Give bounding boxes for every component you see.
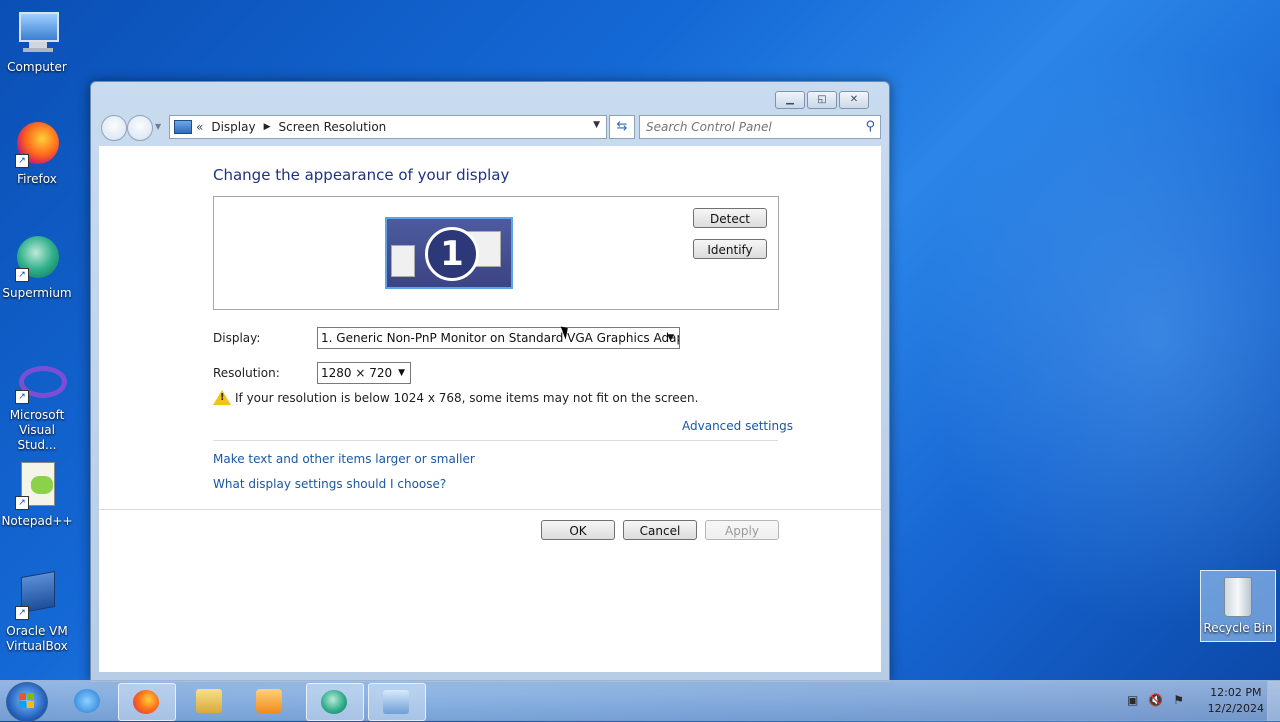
display-help-link[interactable]: What display settings should I choose? xyxy=(213,477,446,491)
breadcrumb-screen-resolution[interactable]: Screen Resolution xyxy=(279,120,387,134)
notepadpp-icon: ↗ xyxy=(13,462,61,510)
taskbar-control-panel[interactable] xyxy=(368,683,426,721)
internet-explorer-icon xyxy=(74,689,100,713)
display-select[interactable]: 1. Generic Non-PnP Monitor on Standard V… xyxy=(317,327,680,349)
windows-logo-icon xyxy=(19,693,35,709)
warning-icon-mark: ! xyxy=(220,392,225,403)
taskbar: ▣ 🔇 ⚑ 12:02 PM 12/2/2024 xyxy=(0,680,1280,722)
supermium-icon: ↗ xyxy=(13,234,61,282)
breadcrumb-separator-icon[interactable]: ▶ xyxy=(264,122,271,132)
monitor-number: 1 xyxy=(425,227,479,281)
virtualbox-icon: ↗ xyxy=(13,571,61,620)
content-panel: Change the appearance of your display 1 … xyxy=(99,146,881,672)
desktop-icon-recycle-bin[interactable]: Recycle Bin xyxy=(1200,570,1276,642)
screen-resolution-window: ▁ ◱ ✕ ▼ « Display ▶ Screen Resolution ▼ … xyxy=(90,81,890,682)
monitor-preview-box: 1 Detect Identify xyxy=(213,196,779,310)
window-controls: ▁ ◱ ✕ xyxy=(775,91,869,109)
folder-icon xyxy=(196,689,222,713)
address-bar[interactable]: « Display ▶ Screen Resolution ▼ xyxy=(169,115,607,139)
taskbar-file-explorer[interactable] xyxy=(182,683,238,719)
desktop-icon-label: Computer xyxy=(7,60,67,74)
taskbar-internet-explorer[interactable] xyxy=(60,683,116,719)
navigation-bar: ▼ « Display ▶ Screen Resolution ▼ ⇆ ⚲ xyxy=(99,114,881,141)
search-icon[interactable]: ⚲ xyxy=(865,119,875,134)
show-desktop-button[interactable] xyxy=(1267,681,1280,721)
taskbar-firefox[interactable] xyxy=(118,683,176,721)
forward-button[interactable] xyxy=(127,115,153,141)
visual-studio-icon: ↗ xyxy=(13,356,67,404)
close-button[interactable]: ✕ xyxy=(839,91,869,109)
display-label: Display: xyxy=(213,331,261,345)
ok-button[interactable]: OK xyxy=(541,520,615,540)
action-center-flag-icon[interactable]: ⚑ xyxy=(1173,693,1184,707)
resolution-warning-text: If your resolution is below 1024 x 768, … xyxy=(235,391,699,405)
search-input[interactable] xyxy=(640,117,846,137)
desktop-icon-label: Supermium xyxy=(2,286,72,300)
resolution-label: Resolution: xyxy=(213,366,280,380)
resolution-select-value: 1280 × 720 xyxy=(321,366,393,380)
network-icon[interactable]: ▣ xyxy=(1127,693,1138,707)
supermium-icon xyxy=(321,690,347,714)
detect-button[interactable]: Detect xyxy=(693,208,767,228)
desktop-icon-computer[interactable]: Computer xyxy=(0,8,74,75)
chevron-left-icon[interactable]: « xyxy=(196,120,203,134)
cancel-button[interactable]: Cancel xyxy=(623,520,697,540)
identify-button[interactable]: Identify xyxy=(693,239,767,259)
clock-time: 12:02 PM xyxy=(1210,686,1262,699)
control-panel-icon xyxy=(174,120,192,134)
breadcrumb-display[interactable]: Display xyxy=(211,120,255,134)
volume-muted-icon[interactable]: 🔇 xyxy=(1148,693,1163,707)
firefox-icon xyxy=(133,690,159,714)
text-size-link[interactable]: Make text and other items larger or smal… xyxy=(213,452,475,466)
refresh-button[interactable]: ⇆ xyxy=(609,115,635,139)
firefox-icon: ↗ xyxy=(13,120,61,168)
media-player-icon xyxy=(256,689,282,713)
dropdown-arrow-icon: ▼ xyxy=(667,333,674,343)
recycle-bin-label: Recycle Bin xyxy=(1203,621,1273,635)
desktop-icon-supermium[interactable]: ↗ Supermium xyxy=(0,234,74,301)
address-dropdown-icon[interactable]: ▼ xyxy=(593,120,600,130)
apply-button[interactable]: Apply xyxy=(705,520,779,540)
maximize-button[interactable]: ◱ xyxy=(807,91,837,109)
resolution-select[interactable]: 1280 × 720 ▼ xyxy=(317,362,411,384)
monitor-1[interactable]: 1 xyxy=(385,217,513,289)
desktop-icon-label: Microsoft Visual Stud... xyxy=(9,408,65,452)
desktop-icon-label: Notepad++ xyxy=(1,514,73,528)
desktop-icon-label: Firefox xyxy=(17,172,57,186)
display-select-value: 1. Generic Non-PnP Monitor on Standard V… xyxy=(321,331,680,345)
taskbar-media-player[interactable] xyxy=(242,683,298,719)
divider xyxy=(99,509,881,510)
desktop-icon-visual-studio[interactable]: ↗ Microsoft Visual Stud... xyxy=(0,356,74,453)
dropdown-arrow-icon: ▼ xyxy=(398,368,405,378)
advanced-settings-link[interactable]: Advanced settings xyxy=(682,419,793,433)
taskbar-supermium[interactable] xyxy=(306,683,364,721)
monitor-window-graphic xyxy=(391,245,415,277)
divider xyxy=(213,440,778,441)
system-tray: ▣ 🔇 ⚑ xyxy=(1127,693,1184,707)
computer-icon xyxy=(13,8,61,56)
recycle-bin-icon xyxy=(1224,577,1252,617)
search-box: ⚲ xyxy=(639,115,881,139)
desktop-icon-virtualbox[interactable]: ↗ Oracle VM VirtualBox xyxy=(0,571,74,654)
clock[interactable]: 12:02 PM 12/2/2024 xyxy=(1208,685,1264,717)
desktop-icon-label: Oracle VM VirtualBox xyxy=(6,624,68,653)
back-button[interactable] xyxy=(101,115,127,141)
minimize-button[interactable]: ▁ xyxy=(775,91,805,109)
desktop-icon-firefox[interactable]: ↗ Firefox xyxy=(0,120,74,187)
desktop-icon-notepadpp[interactable]: ↗ Notepad++ xyxy=(0,462,74,529)
clock-date: 12/2/2024 xyxy=(1207,702,1264,715)
recent-pages-dropdown[interactable]: ▼ xyxy=(155,122,161,131)
start-button[interactable] xyxy=(6,682,48,722)
page-title: Change the appearance of your display xyxy=(213,166,510,184)
control-panel-icon xyxy=(383,690,409,714)
